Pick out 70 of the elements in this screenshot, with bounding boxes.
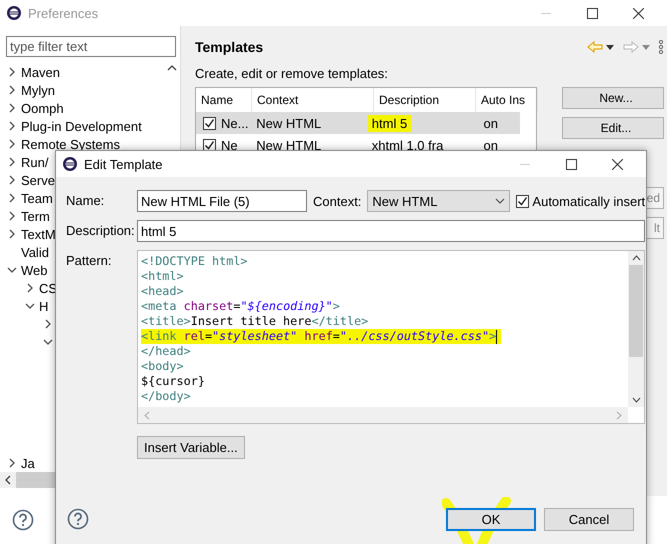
tree-item[interactable]: Run/ — [21, 154, 48, 170]
insert-variable-button[interactable]: Insert Variable... — [137, 436, 245, 459]
app-icon — [62, 156, 78, 172]
table-cell: New HTML — [256, 116, 322, 130]
tree-item[interactable]: Plug-in Development — [21, 118, 142, 134]
close-icon[interactable] — [632, 8, 644, 18]
checkbox[interactable] — [203, 116, 216, 130]
field-label: Context: — [313, 194, 362, 208]
caret-icon[interactable] — [606, 44, 614, 50]
checkbox-label[interactable]: Automatically insert — [532, 194, 646, 208]
vertical-scrollbar[interactable] — [628, 251, 644, 407]
table-cell-text: xhtml 1.0 fra — [370, 136, 444, 154]
description-field[interactable]: html 5 — [137, 220, 646, 242]
table-cell: on — [483, 116, 498, 130]
checkbox[interactable] — [516, 194, 530, 208]
table-cell: on — [483, 138, 498, 152]
help-icon[interactable] — [12, 509, 34, 531]
tree-item[interactable]: Remote Systems — [21, 136, 120, 152]
page-description: Create, edit or remove templates: — [195, 66, 389, 81]
more-icon[interactable] — [658, 40, 664, 54]
table-cell: Ne... — [221, 116, 248, 130]
tree-item[interactable]: Maven — [21, 64, 60, 80]
context-dropdown[interactable]: New HTML — [367, 190, 510, 212]
table-cell: New HTML — [256, 138, 322, 152]
code-line: </head> — [141, 344, 192, 359]
maximize-icon[interactable] — [566, 158, 576, 170]
field-label: Description: — [66, 222, 136, 240]
tree-item[interactable]: Serve — [21, 172, 55, 188]
page-title: Templates — [195, 39, 264, 55]
side-button[interactable]: New... — [562, 87, 664, 109]
dropdown-caret-icon — [495, 198, 506, 204]
scroll-left-icon[interactable] — [4, 475, 12, 485]
tree-item[interactable]: TextM — [21, 226, 56, 242]
dialog-button[interactable]: Cancel — [544, 508, 634, 530]
tree-item[interactable]: Oomph — [21, 100, 64, 116]
tree-item[interactable]: H — [39, 298, 48, 314]
scroll-up-icon[interactable] — [167, 64, 177, 72]
code-line: <body> — [141, 359, 185, 374]
table-cell: html 5 — [368, 114, 412, 132]
close-icon[interactable] — [612, 158, 622, 170]
tree-item[interactable]: Term — [21, 208, 50, 224]
field-label: Pattern: — [66, 252, 113, 270]
scroll-up-icon[interactable] — [632, 255, 641, 261]
code-line: </body> — [141, 389, 192, 404]
maximize-icon[interactable] — [586, 8, 598, 18]
tree-item[interactable]: Mylyn — [21, 82, 55, 98]
field-label: Name: — [66, 192, 106, 210]
checkbox[interactable] — [203, 138, 216, 152]
filter-field[interactable]: type filter text — [6, 36, 176, 57]
side-button[interactable]: Edit... — [562, 117, 664, 139]
window-title: Preferences — [28, 6, 98, 20]
tree-item[interactable]: Ja — [21, 456, 35, 470]
tree-item[interactable]: Web — [21, 262, 48, 278]
app-icon — [6, 5, 22, 21]
pattern-editor[interactable]: <!DOCTYPE html> <html> <head> <meta charset="${encoding}"> <title>Insert title here</title> <link rel="stylesheet" href="../css/outStyle.css"> </head> <body> ${cursor} </body> — [137, 250, 646, 424]
dialog-button[interactable]: OK — [446, 508, 536, 530]
code-line: ${cursor} — [141, 374, 206, 389]
code-line: <html> — [141, 269, 185, 284]
table-cell: Ne — [221, 138, 238, 152]
code-line: <!DOCTYPE html> — [141, 254, 249, 269]
name-field[interactable]: New HTML File (5) — [137, 190, 307, 212]
code-line: <head> — [141, 284, 185, 299]
tree-item[interactable]: Valid — [21, 244, 49, 260]
dialog-title: Edit Template — [84, 156, 163, 172]
help-icon[interactable] — [67, 508, 89, 530]
tree-item[interactable]: Team — [21, 190, 53, 206]
code-line: <title>Insert title here</title> — [141, 314, 370, 329]
code-line: <meta charset="${encoding}"> — [141, 299, 341, 314]
scrollbar-thumb[interactable] — [629, 265, 644, 357]
scroll-down-icon[interactable] — [632, 397, 641, 403]
